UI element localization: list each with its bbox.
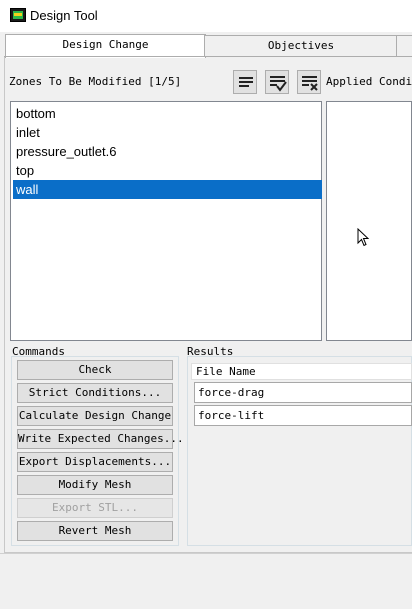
modify-mesh-button[interactable]: Modify Mesh <box>17 475 173 495</box>
mouse-cursor-icon <box>357 228 370 247</box>
window-title: Design Tool <box>30 8 98 23</box>
clear-selection-icon <box>302 76 318 91</box>
strict-conditions-button[interactable]: Strict Conditions... <box>17 383 173 403</box>
zones-list[interactable]: bottom inlet pressure_outlet.6 top wall <box>10 101 322 341</box>
revert-mesh-button[interactable]: Revert Mesh <box>17 521 173 541</box>
tab-overflow[interactable] <box>396 35 412 57</box>
list-item[interactable]: pressure_outlet.6 <box>13 142 322 161</box>
list-item[interactable]: top <box>13 161 322 180</box>
footer-area <box>0 553 412 609</box>
select-checked-icon <box>270 76 287 92</box>
results-column-header: File Name <box>191 363 412 380</box>
write-expected-changes-button[interactable]: Write Expected Changes... <box>17 429 184 449</box>
results-row-force-drag[interactable]: force-drag <box>194 382 412 403</box>
zones-label: Zones To Be Modified [1/5] <box>9 75 182 88</box>
export-stl-button[interactable]: Export STL... <box>17 498 173 518</box>
tab-design-change[interactable]: Design Change <box>5 34 206 58</box>
tab-bar: Design Change Objectives <box>4 34 412 58</box>
list-item[interactable]: bottom <box>13 104 322 123</box>
app-icon <box>10 8 26 22</box>
clear-selection-button[interactable] <box>297 70 321 94</box>
list-item[interactable]: inlet <box>13 123 322 142</box>
title-bar: Design Tool <box>0 0 412 32</box>
applied-conditions-label: Applied Conditi <box>326 75 412 88</box>
list-item-selected[interactable]: wall <box>13 180 322 199</box>
select-all-icon <box>239 77 253 87</box>
calculate-design-change-button[interactable]: Calculate Design Change <box>17 406 173 426</box>
check-button[interactable]: Check <box>17 360 173 380</box>
select-all-button[interactable] <box>233 70 257 94</box>
tab-objectives[interactable]: Objectives <box>204 35 398 57</box>
results-row-force-lift[interactable]: force-lift <box>194 405 412 426</box>
select-checked-button[interactable] <box>265 70 289 94</box>
export-displacements-button[interactable]: Export Displacements... <box>17 452 173 472</box>
applied-conditions-list[interactable] <box>326 101 412 341</box>
